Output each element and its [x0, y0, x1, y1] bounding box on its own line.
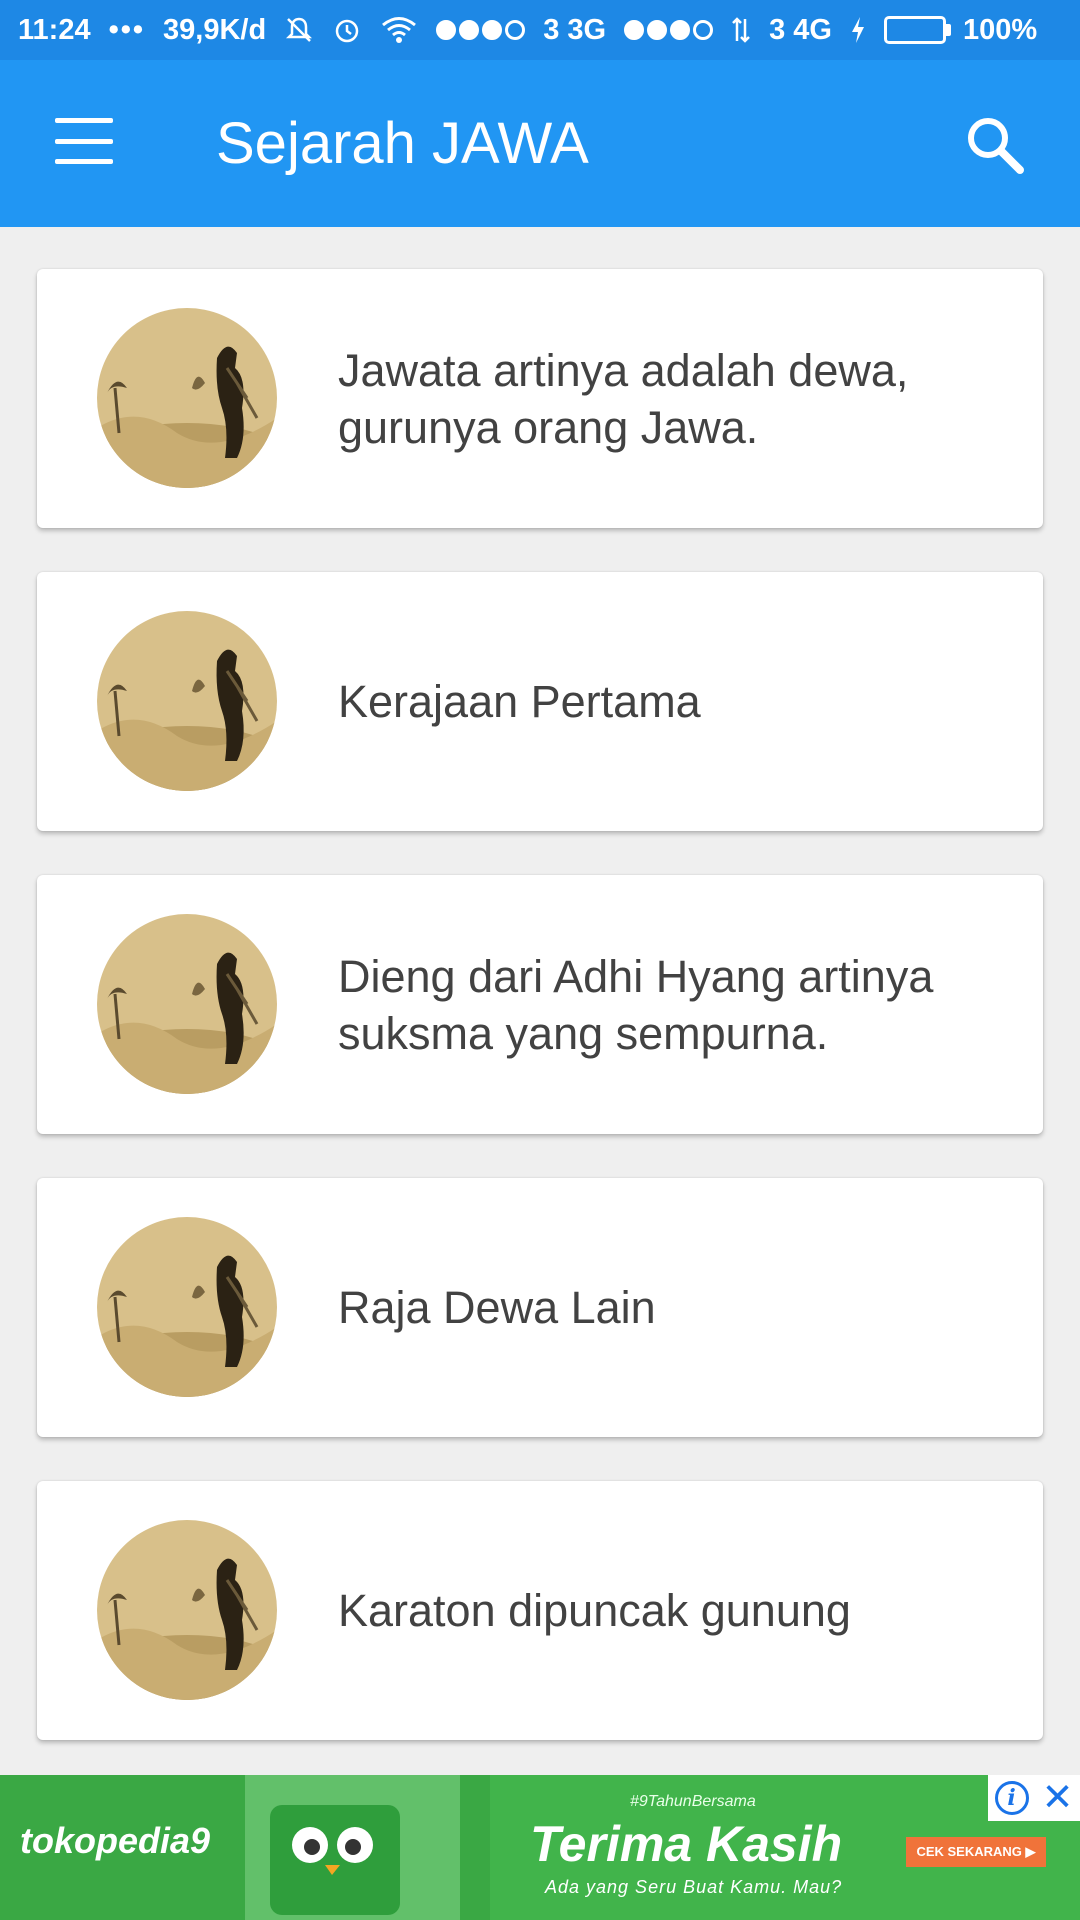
sim1-signal-icon — [436, 20, 526, 40]
list-item[interactable]: Kerajaan Pertama — [37, 572, 1043, 831]
story-thumbnail-image — [97, 1520, 277, 1700]
ad-info-icon[interactable]: i — [994, 1781, 1029, 1815]
ad-brand-logo: tokopedia9 — [20, 1820, 211, 1861]
wifi-icon — [380, 15, 418, 45]
battery-percent: 100% — [962, 13, 1038, 46]
sim2-network-label: 3 4G — [769, 13, 832, 46]
list-item-title: Kerajaan Pertama — [338, 676, 701, 727]
ad-controls: i ✕ — [988, 1775, 1080, 1821]
story-list: Jawata artinya adalah dewa, gurunya oran… — [37, 269, 1043, 1784]
story-thumbnail-image — [97, 1217, 277, 1397]
story-thumbnail-image — [97, 914, 277, 1094]
status-bar: 11:24 ••• 39,9K/d 3 3G 3 4G 100% — [0, 0, 1080, 60]
hamburger-menu-icon[interactable] — [55, 118, 113, 164]
ad-tagline: #9TahunBersama — [630, 1793, 756, 1810]
charging-icon — [850, 15, 866, 45]
list-item-title: Raja Dewa Lain — [338, 1282, 656, 1333]
sim1-network-label: 3 3G — [543, 13, 607, 46]
list-item-title: Karaton dipuncak gunung — [338, 1585, 851, 1636]
ad-close-icon[interactable]: ✕ — [1042, 1779, 1074, 1817]
data-transfer-icon — [731, 15, 751, 45]
list-item[interactable]: Karaton dipuncak gunung — [37, 1481, 1043, 1740]
ad-headline: Terima Kasih — [530, 1816, 843, 1872]
sim2-signal-icon — [624, 20, 714, 40]
status-data-rate: 39,9K/d — [163, 13, 267, 46]
status-more-icon: ••• — [108, 13, 146, 46]
battery-icon — [883, 16, 951, 44]
list-item[interactable]: Raja Dewa Lain — [37, 1178, 1043, 1437]
ad-subline: Ada yang Seru Buat Kamu. Mau? — [545, 1877, 843, 1897]
list-item[interactable]: Jawata artinya adalah dewa, gurunya oran… — [37, 269, 1043, 528]
ad-banner[interactable]: tokopedia9 #9TahunBersama Terima Kasih A… — [0, 1775, 1080, 1920]
search-icon[interactable] — [962, 112, 1028, 178]
alarm-icon — [332, 15, 362, 45]
list-item[interactable]: Dieng dari Adhi Hyang artinya suksma yan… — [37, 875, 1043, 1134]
status-time: 11:24 — [18, 13, 91, 46]
app-bar: Sejarah JAWA — [0, 60, 1080, 227]
mute-bell-icon — [284, 15, 314, 45]
list-item-title: Jawata artinya adalah dewa, gurunya oran… — [338, 344, 909, 453]
list-item-title: Dieng dari Adhi Hyang artinya suksma yan… — [338, 950, 934, 1059]
story-thumbnail-image — [97, 308, 277, 488]
story-thumbnail-image — [97, 611, 277, 791]
page-title: Sejarah JAWA — [216, 111, 589, 176]
ad-cta-button[interactable]: CEK SEKARANG ▶ — [906, 1837, 1046, 1867]
